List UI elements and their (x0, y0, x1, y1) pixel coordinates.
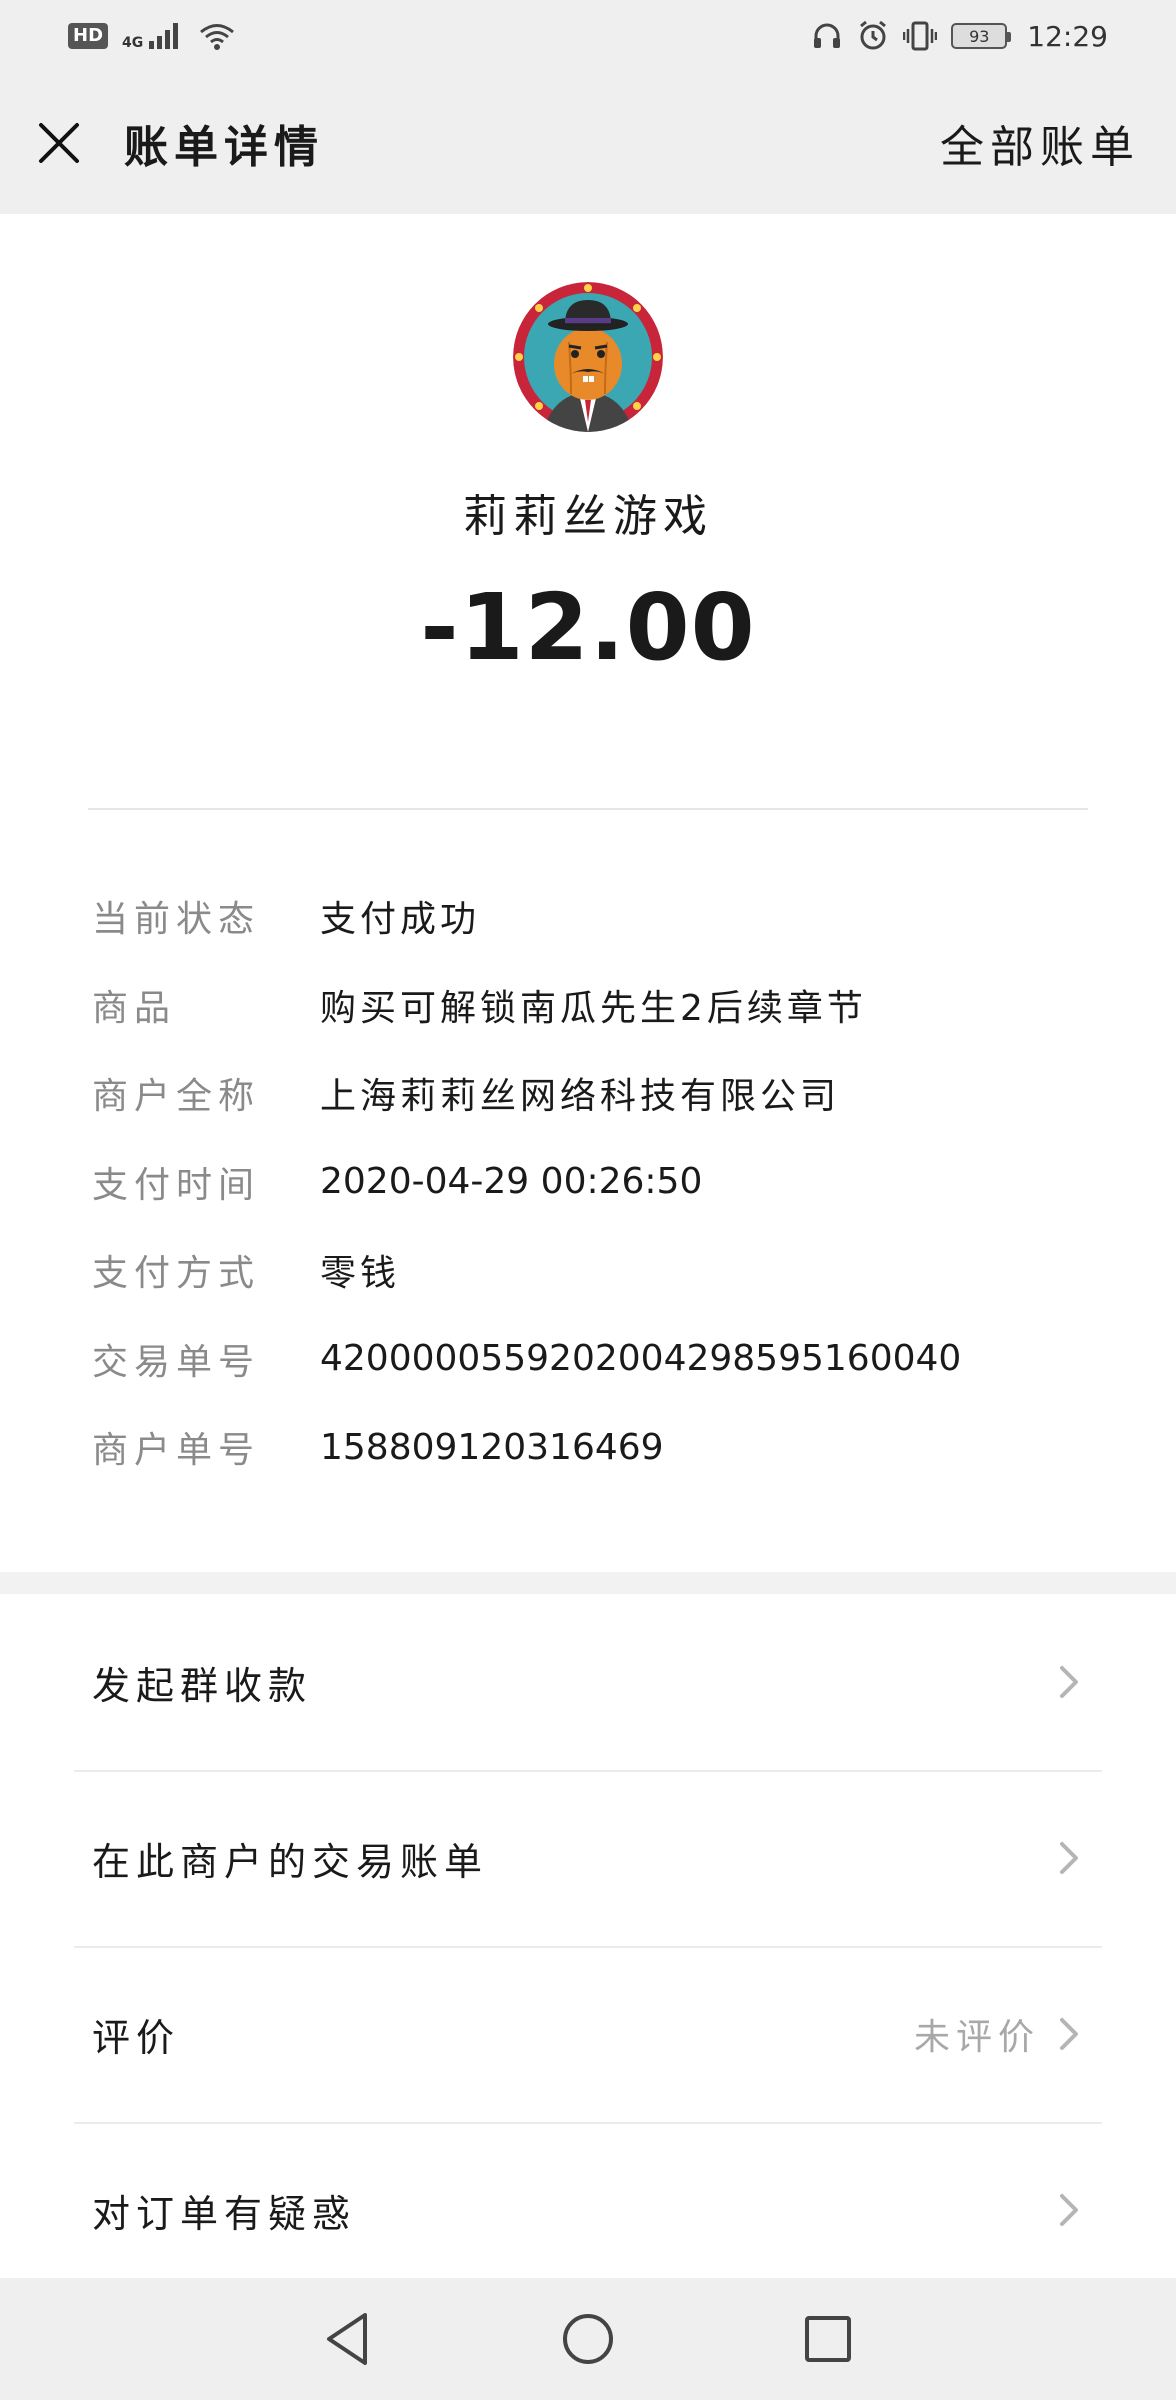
page-title: 账单详情 (124, 122, 324, 173)
detail-value: 零钱 (320, 1253, 401, 1295)
detail-label: 商户单号 (92, 1430, 261, 1472)
recents-button[interactable] (798, 2309, 858, 2369)
chevron-right-icon (1060, 1666, 1078, 1698)
menu-item-label: 在此商户的交易账单 (92, 1839, 489, 1884)
detail-label: 支付方式 (92, 1253, 261, 1295)
back-button[interactable] (318, 2309, 378, 2369)
detail-row-time: 支付时间 2020-04-29 00:26:50 (92, 1138, 1092, 1227)
battery-icon: 93 (951, 23, 1012, 49)
recents-icon (805, 2316, 851, 2362)
detail-value: 支付成功 (320, 899, 481, 941)
status-bar: HD 4G 93 12:29 (0, 0, 1176, 72)
home-button[interactable] (558, 2309, 618, 2369)
merchant-header: 莉莉丝游戏 -12.00 (0, 214, 1176, 681)
section-gap (0, 1572, 1176, 1594)
detail-row-merchant-order-id: 商户单号 158809120316469 (92, 1403, 1092, 1492)
detail-label: 当前状态 (92, 899, 261, 941)
chevron-right-icon (1060, 2194, 1078, 2226)
detail-row-status: 当前状态 支付成功 (92, 872, 1092, 961)
merchant-name: 莉莉丝游戏 (463, 491, 713, 542)
detail-label: 支付时间 (92, 1164, 261, 1206)
detail-row-method: 支付方式 零钱 (92, 1226, 1092, 1315)
detail-row-transaction-id: 交易单号 4200000559202004298595160040 (92, 1315, 1092, 1404)
close-icon (39, 123, 79, 163)
hd-badge: HD (68, 23, 109, 49)
system-nav-bar (0, 2278, 1176, 2400)
wifi-icon (200, 24, 235, 50)
status-left: HD 4G (68, 21, 237, 51)
home-icon (563, 2314, 613, 2364)
menu-item-right: 未评价 (914, 2008, 1084, 2060)
alarm-icon (860, 20, 887, 50)
status-right: 93 12:29 (811, 20, 1108, 53)
network-type: 4G (122, 35, 144, 51)
detail-row-merchant: 商户全称 上海莉莉丝网络科技有限公司 (92, 1049, 1092, 1138)
menu-item-group-collect[interactable]: 发起群收款 (0, 1594, 1176, 1770)
bill-details: 当前状态 支付成功 商品 购买可解锁南瓜先生2后续章节 商户全称 上海莉莉丝网络… (92, 872, 1092, 1492)
detail-label: 交易单号 (92, 1341, 261, 1383)
review-status: 未评价 (913, 2017, 1040, 2058)
action-menu: 发起群收款 在此商户的交易账单 评价 未评价 对订单有疑惑 (0, 1594, 1176, 2298)
detail-value: 2020-04-29 00:26:50 (320, 1161, 703, 1203)
detail-row-product: 商品 购买可解锁南瓜先生2后续章节 (92, 961, 1092, 1050)
pumpkin-character-icon (513, 282, 663, 432)
menu-item-order-question[interactable]: 对订单有疑惑 (0, 2122, 1176, 2298)
chevron-right-icon (1060, 1842, 1078, 1874)
chevron-right-icon (1060, 2018, 1078, 2050)
menu-item-merchant-bills[interactable]: 在此商户的交易账单 (0, 1770, 1176, 1946)
headphones-icon (814, 23, 841, 48)
merchant-avatar (513, 282, 663, 432)
vibrate-icon (903, 21, 938, 51)
amount: -12.00 (420, 574, 756, 681)
detail-label: 商户全称 (92, 1076, 261, 1118)
detail-value: 购买可解锁南瓜先生2后续章节 (320, 987, 867, 1029)
status-time: 12:29 (1027, 19, 1108, 53)
menu-item-label: 评价 (92, 2015, 181, 2060)
divider (88, 808, 1088, 810)
menu-item-right (1054, 2190, 1084, 2230)
detail-value[interactable]: 158809120316469 (320, 1427, 664, 1468)
close-button[interactable] (34, 118, 84, 168)
menu-item-label: 发起群收款 (92, 1663, 313, 1708)
menu-item-review[interactable]: 评价 未评价 (0, 1946, 1176, 2122)
detail-label: 商品 (92, 987, 177, 1029)
detail-value[interactable]: 4200000559202004298595160040 (320, 1338, 961, 1379)
detail-value: 上海莉莉丝网络科技有限公司 (320, 1076, 841, 1118)
title-bar: 账单详情 全部账单 (0, 72, 1176, 214)
signal-icon (149, 23, 179, 49)
menu-item-right (1054, 1662, 1084, 1702)
back-icon (327, 2313, 367, 2365)
menu-item-right (1054, 1838, 1084, 1878)
all-bills-link[interactable]: 全部账单 (940, 111, 1142, 175)
menu-item-label: 对订单有疑惑 (92, 2191, 357, 2236)
